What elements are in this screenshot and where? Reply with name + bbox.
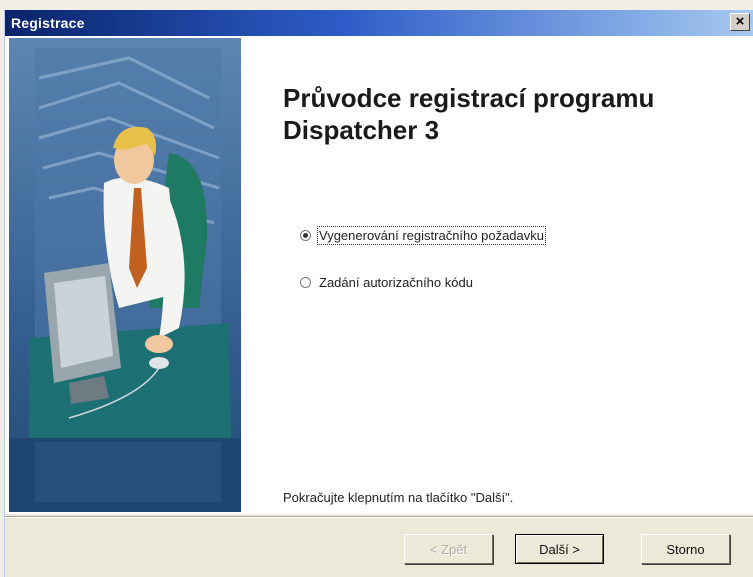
cancel-button[interactable]: Storno — [641, 534, 730, 564]
radio-generate-request[interactable] — [300, 230, 311, 241]
close-icon: × — [735, 13, 745, 30]
button-separator — [5, 516, 753, 518]
option-generate-request-label: Vygenerování registračního požadavku — [317, 226, 546, 245]
wizard-content: Průvodce registrací programu Dispatcher … — [5, 36, 753, 514]
registration-dialog: Registrace × Průvodce registrací program… — [4, 10, 753, 577]
window-title: Registrace — [11, 15, 85, 31]
option-enter-auth-code-label: Zadání autorizačního kódu — [319, 275, 473, 290]
wizard-title: Průvodce registrací programu Dispatcher … — [283, 83, 655, 145]
option-generate-request[interactable]: Vygenerování registračního požadavku — [300, 226, 546, 245]
next-button[interactable]: Další > — [515, 534, 604, 564]
title-bar[interactable]: Registrace × — [5, 10, 753, 36]
option-enter-auth-code[interactable]: Zadání autorizačního kódu — [300, 275, 473, 290]
back-button[interactable]: < Zpět — [404, 534, 493, 564]
side-panel — [9, 38, 241, 512]
continue-hint: Pokračujte klepnutím na tlačítko "Další"… — [283, 490, 514, 505]
radio-enter-auth-code[interactable] — [300, 277, 311, 288]
wizard-illustration — [9, 38, 241, 512]
close-button[interactable]: × — [730, 13, 750, 31]
